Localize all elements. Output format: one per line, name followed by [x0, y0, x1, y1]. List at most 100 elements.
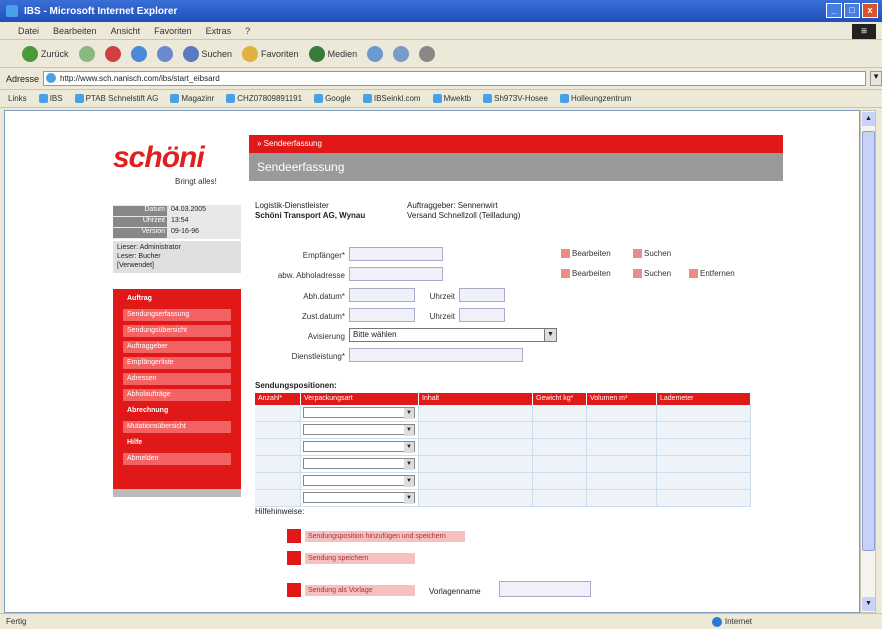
weight-cell[interactable]: [533, 473, 587, 489]
add-position-button[interactable]: Sendungsposition hinzufügen und speicher…: [287, 529, 465, 543]
media-button[interactable]: Medien: [308, 45, 357, 62]
packaging-select[interactable]: [303, 441, 415, 453]
info-key: Version: [113, 228, 167, 238]
side-menu-item[interactable]: Abmelden: [123, 453, 231, 465]
notification-select[interactable]: Bitte wählen ▼: [349, 328, 557, 342]
volume-cell[interactable]: [587, 490, 657, 506]
packaging-select[interactable]: [303, 424, 415, 436]
content-cell[interactable]: [419, 405, 533, 421]
scroll-down-icon[interactable]: ▼: [862, 597, 875, 611]
scroll-up-icon[interactable]: ▲: [862, 112, 875, 126]
forward-button[interactable]: [78, 45, 95, 62]
content-cell[interactable]: [419, 456, 533, 472]
recipient-edit-link[interactable]: Bearbeiten: [561, 249, 611, 258]
menu-edit[interactable]: Bearbeiten: [53, 26, 97, 36]
quantity-cell[interactable]: [255, 405, 301, 421]
side-menu-item[interactable]: Auftraggeber: [123, 341, 231, 353]
loading-meter-cell[interactable]: [657, 473, 751, 489]
favorites-button[interactable]: Favoriten: [242, 45, 299, 62]
content-cell[interactable]: [419, 439, 533, 455]
quantity-cell[interactable]: [255, 439, 301, 455]
link-item[interactable]: Magazinr: [170, 94, 214, 103]
save-shipment-button[interactable]: Sendung speichern: [287, 551, 415, 565]
quantity-cell[interactable]: [255, 422, 301, 438]
minimize-button[interactable]: _: [826, 3, 842, 18]
content-cell[interactable]: [419, 422, 533, 438]
history-button[interactable]: [367, 45, 384, 62]
link-item[interactable]: PTAB Schnelstift AG: [75, 94, 159, 103]
packaging-select[interactable]: [303, 492, 415, 504]
volume-cell[interactable]: [587, 422, 657, 438]
mail-button[interactable]: [393, 45, 410, 62]
address-input[interactable]: http://www.sch.nanisch.com/ibs/start_eib…: [43, 71, 867, 86]
packaging-select[interactable]: [303, 458, 415, 470]
weight-cell[interactable]: [533, 456, 587, 472]
stop-button[interactable]: [104, 45, 121, 62]
scroll-thumb[interactable]: [862, 131, 875, 551]
content-cell[interactable]: [419, 473, 533, 489]
home-button[interactable]: [156, 45, 173, 62]
recipient-search-link[interactable]: Suchen: [633, 249, 671, 258]
service-input[interactable]: [349, 348, 523, 362]
link-item[interactable]: Sh973V-Hosee: [483, 94, 548, 103]
close-button[interactable]: x: [862, 3, 878, 18]
weight-cell[interactable]: [533, 439, 587, 455]
packaging-select[interactable]: [303, 407, 415, 419]
link-item[interactable]: Mwektb: [433, 94, 472, 103]
quantity-cell[interactable]: [255, 473, 301, 489]
volume-cell[interactable]: [587, 405, 657, 421]
side-menu-item[interactable]: Sendungserfassung: [123, 309, 231, 321]
loading-meter-cell[interactable]: [657, 456, 751, 472]
loading-meter-cell[interactable]: [657, 490, 751, 506]
search-button[interactable]: Suchen: [182, 45, 232, 62]
pickup-search-link[interactable]: Suchen: [633, 269, 671, 278]
link-item[interactable]: Google: [314, 94, 351, 103]
link-item[interactable]: IBS: [39, 94, 63, 103]
weight-cell[interactable]: [533, 405, 587, 421]
template-name-input[interactable]: [499, 581, 591, 597]
pickup-time-input[interactable]: [459, 288, 505, 302]
menu-help[interactable]: ?: [245, 26, 250, 36]
loading-meter-cell[interactable]: [657, 422, 751, 438]
side-menu-item[interactable]: Hilfe: [123, 437, 231, 449]
volume-cell[interactable]: [587, 456, 657, 472]
side-menu-item[interactable]: Mutationsübersicht: [123, 421, 231, 433]
packaging-cell: [301, 473, 419, 489]
volume-cell[interactable]: [587, 439, 657, 455]
recipient-label: Empfänger*: [302, 251, 345, 260]
maximize-button[interactable]: □: [844, 3, 860, 18]
side-menu-item[interactable]: Abholaufträge: [123, 389, 231, 401]
quantity-cell[interactable]: [255, 490, 301, 506]
pickup-remove-link[interactable]: Entfernen: [689, 269, 735, 278]
packaging-select[interactable]: [303, 475, 415, 487]
side-menu-item[interactable]: Sendungsübersicht: [123, 325, 231, 337]
delivery-time-input[interactable]: [459, 308, 505, 322]
side-menu-item[interactable]: Empfängerliste: [123, 357, 231, 369]
print-button[interactable]: [419, 45, 436, 62]
recipient-input[interactable]: [349, 247, 443, 261]
volume-cell[interactable]: [587, 473, 657, 489]
pickup-address-input[interactable]: [349, 267, 443, 281]
address-dropdown-button[interactable]: ▼: [870, 71, 882, 86]
menu-tools[interactable]: Extras: [206, 26, 232, 36]
save-template-button[interactable]: Sendung als Vorlage: [287, 583, 415, 597]
loading-meter-cell[interactable]: [657, 405, 751, 421]
menu-view[interactable]: Ansicht: [111, 26, 141, 36]
content-cell[interactable]: [419, 490, 533, 506]
back-button[interactable]: Zurück: [22, 45, 69, 62]
side-menu-item[interactable]: Adressen: [123, 373, 231, 385]
link-item[interactable]: Holleungzentrum: [560, 94, 631, 103]
side-menu-item[interactable]: Abrechnung: [123, 405, 231, 417]
link-item[interactable]: IBSeinkl.com: [363, 94, 421, 103]
vertical-scrollbar[interactable]: ▲ ▼: [860, 110, 876, 613]
quantity-cell[interactable]: [255, 456, 301, 472]
menu-favorites[interactable]: Favoriten: [154, 26, 192, 36]
menu-file[interactable]: Datei: [18, 26, 39, 36]
refresh-button[interactable]: [130, 45, 147, 62]
weight-cell[interactable]: [533, 422, 587, 438]
link-item[interactable]: CHZ07809891191: [226, 94, 302, 103]
loading-meter-cell[interactable]: [657, 439, 751, 455]
side-menu-item[interactable]: Auftrag: [123, 293, 231, 305]
weight-cell[interactable]: [533, 490, 587, 506]
pickup-edit-link[interactable]: Bearbeiten: [561, 269, 611, 278]
